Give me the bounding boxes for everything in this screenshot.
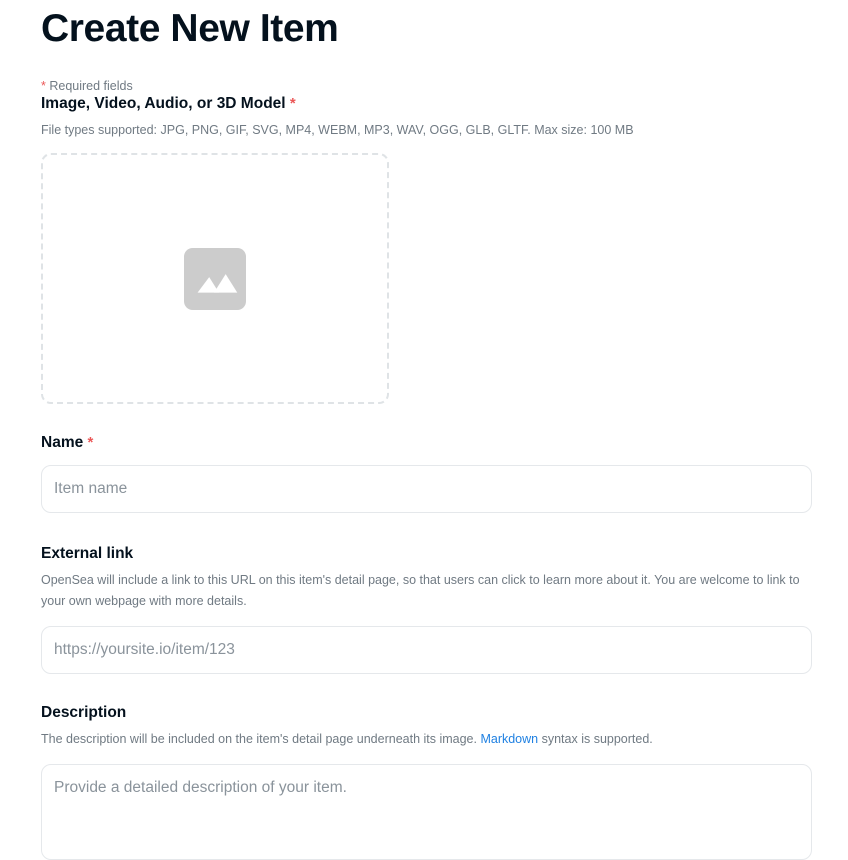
external-link-field-label: External link — [41, 545, 134, 562]
name-input[interactable] — [41, 465, 812, 513]
file-dropzone[interactable] — [41, 153, 389, 404]
media-required-asterisk: * — [289, 95, 296, 112]
required-fields-label: Required fields — [45, 79, 133, 93]
image-placeholder-icon — [184, 247, 246, 310]
markdown-link[interactable]: Markdown — [480, 732, 538, 746]
name-group: Name * — [41, 433, 812, 513]
media-field-help: File types supported: JPG, PNG, GIF, SVG… — [41, 123, 634, 137]
name-field-label-text: Name — [41, 434, 84, 451]
external-link-group: External link OpenSea will include a lin… — [41, 544, 812, 674]
description-help-text-before: The description will be included on the … — [41, 732, 481, 746]
create-item-page: Create New Item * Required fields Image,… — [0, 0, 848, 860]
description-field-label: Description — [41, 704, 127, 721]
required-fields-note: * Required fields — [41, 78, 807, 94]
external-link-field-help: OpenSea will include a link to this URL … — [41, 573, 800, 608]
description-help-text-after: syntax is supported. — [538, 732, 653, 746]
description-group: Description The description will be incl… — [41, 703, 812, 860]
description-textarea[interactable] — [41, 764, 812, 860]
media-upload-group: Image, Video, Audio, or 3D Model * File … — [41, 94, 807, 404]
name-field-label: Name * — [41, 433, 807, 453]
external-link-input[interactable] — [41, 626, 812, 674]
page-title: Create New Item — [41, 7, 339, 50]
name-required-asterisk: * — [87, 434, 94, 451]
media-field-label-text: Image, Video, Audio, or 3D Model — [41, 95, 286, 112]
media-field-label: Image, Video, Audio, or 3D Model * — [41, 94, 807, 114]
description-field-help: The description will be included on the … — [41, 729, 807, 750]
